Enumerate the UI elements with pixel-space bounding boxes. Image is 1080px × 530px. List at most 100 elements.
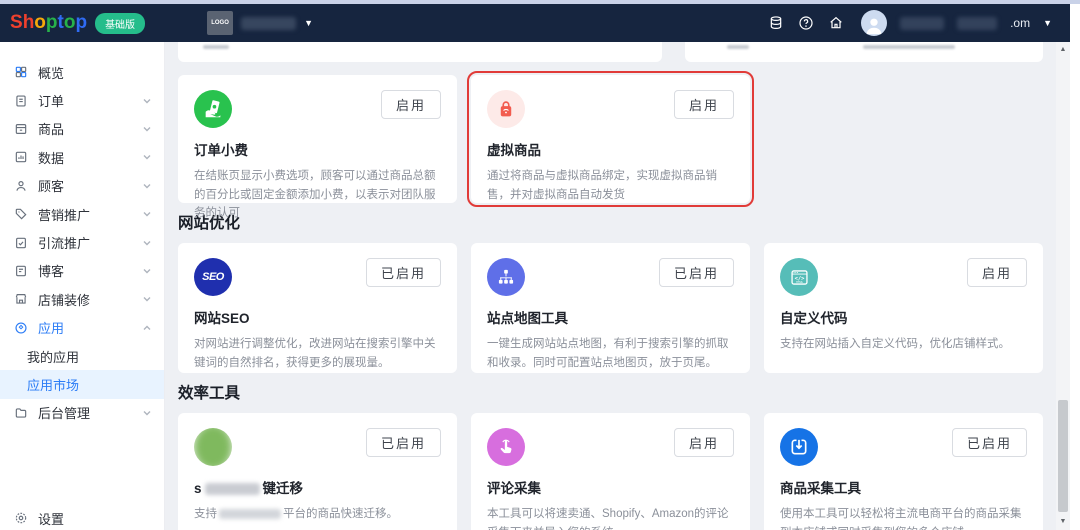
top-navbar: Shoptop 基础版 LOGO ▼ .om ▼ bbox=[0, 4, 1070, 42]
enabled-button[interactable]: 已启用 bbox=[658, 258, 734, 287]
domain-suffix: .om bbox=[1010, 16, 1031, 30]
sidebar-item-label: 设置 bbox=[38, 511, 65, 527]
enable-button[interactable]: 启用 bbox=[380, 90, 441, 119]
sidebar-item-label: 应用市场 bbox=[27, 377, 80, 393]
clipped-card-row bbox=[178, 42, 1043, 62]
sidebar-item-my-apps[interactable]: 我的应用 bbox=[0, 342, 164, 370]
store-name-blurred bbox=[241, 16, 297, 30]
chevron-down-icon bbox=[142, 267, 152, 275]
enabled-button[interactable]: 已启用 bbox=[365, 428, 441, 457]
sidebar-item-store-design[interactable]: 店铺装修 bbox=[0, 285, 164, 313]
app-card-custom-code[interactable]: </> HTML 启用 自定义代码 支持在网站插入自定义代码，优化店铺样式。 bbox=[764, 243, 1043, 373]
sidebar-item-settings[interactable]: 设置 bbox=[0, 504, 165, 530]
navbar-right: .om ▼ bbox=[767, 10, 1070, 36]
clipped-card[interactable] bbox=[685, 42, 1043, 62]
sidebar-item-label: 店铺装修 bbox=[38, 292, 91, 308]
cut-text-fragment bbox=[863, 45, 955, 49]
brand-letter: p bbox=[45, 12, 58, 33]
app-description: 对网站进行调整优化，改进网站在搜索引擎中关键词的自然排名，获得更多的展现量。 bbox=[194, 338, 436, 369]
store-switcher[interactable]: LOGO ▼ bbox=[207, 11, 313, 35]
download-collect-icon bbox=[780, 428, 818, 466]
app-description: 支持在网站插入自定义代码，优化店铺样式。 bbox=[780, 338, 1010, 350]
card-row: SEO 已启用 网站SEO 对网站进行调整优化，改进网站在搜索引擎中关键词的自然… bbox=[178, 243, 1043, 373]
app-card-product-collection-tool[interactable]: 已启用 商品采集工具 使用本工具可以轻松将主流电商平台的商品采集到本店铺或同时采… bbox=[764, 413, 1043, 530]
sidebar-item-marketing[interactable]: 营销推广 bbox=[0, 200, 164, 228]
sidebar-item-label: 商品 bbox=[38, 122, 65, 138]
content-scrollbar[interactable]: ▲ ▼ bbox=[1056, 42, 1070, 530]
app-card-virtual-goods[interactable]: 启用 虚拟商品 通过将商品与虚拟商品绑定，实现虚拟商品销售，并对虚拟商品自动发货 bbox=[467, 71, 754, 207]
app-title: 订单小费 bbox=[194, 143, 248, 158]
sidebar-item-app-market[interactable]: 应用市场 bbox=[0, 370, 164, 399]
home-icon[interactable] bbox=[827, 15, 844, 32]
card-row: 已启用 s 键迁移 支持 平台的商品快速迁移。 启用 评论采集 本工具可以将速卖通、… bbox=[178, 413, 1043, 530]
chevron-down-icon bbox=[142, 210, 152, 218]
app-card-review-collection[interactable]: 启用 评论采集 本工具可以将速卖通、Shopify、Amazon的评论采集下来并… bbox=[471, 413, 750, 530]
chevron-down-icon bbox=[142, 125, 152, 133]
domain-blurred bbox=[957, 16, 998, 30]
enable-button[interactable]: 启用 bbox=[966, 258, 1027, 287]
app-card-website-seo[interactable]: SEO 已启用 网站SEO 对网站进行调整优化，改进网站在搜索引擎中关键词的自然… bbox=[178, 243, 457, 373]
cut-text-fragment bbox=[727, 45, 749, 49]
migration-icon-blurred bbox=[194, 428, 232, 466]
app-title: 自定义代码 bbox=[780, 311, 848, 326]
plan-badge: 基础版 bbox=[95, 12, 146, 34]
sidebar-item-overview[interactable]: 概览 bbox=[0, 58, 164, 86]
sidebar-item-data[interactable]: 数据 bbox=[0, 143, 164, 171]
sidebar-item-admin[interactable]: 后台管理 bbox=[0, 399, 164, 427]
shoptop-logo[interactable]: Shoptop bbox=[10, 12, 87, 34]
app-card-order-tip[interactable]: 启用 订单小费 在结账页显示小费选项，顾客可以通过商品总额的百分比或固定金额添加… bbox=[178, 75, 457, 219]
seo-icon-text: SEO bbox=[202, 271, 224, 283]
help-icon[interactable] bbox=[797, 15, 814, 32]
desc-suffix: 平台的商品快速迁移。 bbox=[283, 508, 398, 520]
grid-icon bbox=[13, 65, 28, 80]
package-icon bbox=[13, 121, 28, 136]
custom-code-icon: </> HTML bbox=[780, 258, 818, 296]
sidebar: 概览 订单 商品 数据 顾客 营销推广 引流推广 博客 店铺装修 应用 我的应用… bbox=[0, 42, 165, 530]
sidebar-item-customers[interactable]: 顾客 bbox=[0, 172, 164, 200]
app-title: 商品采集工具 bbox=[780, 481, 861, 496]
sidebar-item-blog[interactable]: 博客 bbox=[0, 257, 164, 285]
cut-text-fragment bbox=[203, 45, 229, 49]
app-title: 网站SEO bbox=[194, 311, 250, 326]
brand-letter: p bbox=[75, 12, 88, 33]
user-avatar[interactable] bbox=[861, 10, 888, 36]
chevron-down-icon bbox=[142, 153, 152, 161]
enabled-button[interactable]: 已启用 bbox=[951, 428, 1027, 457]
click-hand-icon bbox=[487, 428, 525, 466]
order-tip-icon bbox=[194, 90, 232, 128]
coins-stack-icon[interactable] bbox=[767, 15, 784, 32]
sidebar-item-label: 应用 bbox=[38, 321, 65, 337]
chevron-down-icon[interactable]: ▼ bbox=[1043, 18, 1052, 28]
svg-text:HTML: HTML bbox=[795, 279, 803, 283]
clipped-card[interactable] bbox=[178, 42, 662, 62]
app-title: 评论采集 bbox=[487, 481, 541, 496]
app-description: 在结账页显示小费选项，顾客可以通过商品总额的百分比或固定金额添加小费，以表示对团… bbox=[194, 170, 436, 220]
title-prefix: s bbox=[194, 481, 202, 496]
folder-icon bbox=[13, 405, 28, 420]
app-description: 通过将商品与虚拟商品绑定，实现虚拟商品销售，并对虚拟商品自动发货 bbox=[487, 170, 717, 201]
section-title-efficiency-tools: 效率工具 bbox=[178, 385, 241, 402]
app-title: 虚拟商品 bbox=[487, 143, 541, 158]
sidebar-item-orders[interactable]: 订单 bbox=[0, 86, 164, 114]
brand-letter: S bbox=[10, 12, 23, 33]
scrollbar-thumb[interactable] bbox=[1058, 400, 1068, 512]
chevron-down-icon bbox=[142, 295, 152, 303]
sidebar-item-products[interactable]: 商品 bbox=[0, 115, 164, 143]
sidebar-item-traffic[interactable]: 引流推广 bbox=[0, 228, 164, 256]
scroll-up-arrow[interactable]: ▲ bbox=[1056, 44, 1070, 56]
enable-button[interactable]: 启用 bbox=[673, 428, 734, 457]
app-card-one-click-migration[interactable]: 已启用 s 键迁移 支持 平台的商品快速迁移。 bbox=[178, 413, 457, 530]
app-description: 支持 平台的商品快速迁移。 bbox=[194, 505, 441, 524]
scroll-down-arrow[interactable]: ▼ bbox=[1056, 516, 1070, 528]
app-market-content: 启用 订单小费 在结账页显示小费选项，顾客可以通过商品总额的百分比或固定金额添加… bbox=[165, 42, 1056, 530]
sidebar-item-apps[interactable]: 应用 bbox=[0, 314, 164, 342]
storefront-icon bbox=[13, 292, 28, 307]
title-suffix: 键迁移 bbox=[262, 481, 304, 496]
enable-button[interactable]: 启用 bbox=[673, 90, 734, 119]
virtual-goods-icon bbox=[487, 90, 525, 128]
app-card-sitemap-tool[interactable]: 已启用 站点地图工具 一键生成网站站点地图，有利于搜索引擎的抓取和收录。同时可配… bbox=[471, 243, 750, 373]
order-doc-icon bbox=[13, 93, 28, 108]
person-icon bbox=[13, 178, 28, 193]
enabled-button[interactable]: 已启用 bbox=[365, 258, 441, 287]
store-logo-placeholder: LOGO bbox=[207, 11, 234, 35]
